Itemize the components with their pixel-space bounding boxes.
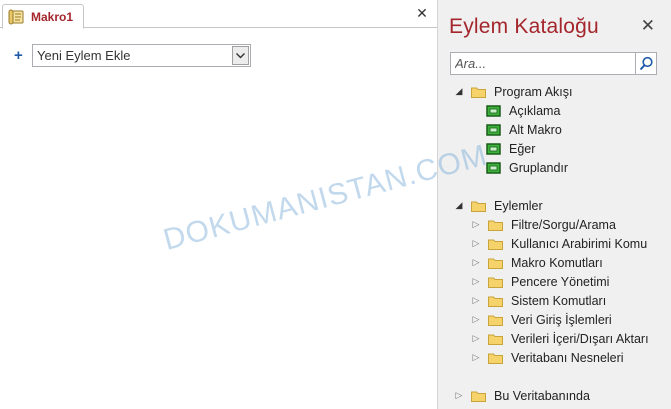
tree-folder-actions[interactable]: ▷ Pencere Yönetimi [470,272,610,291]
expanded-arrow-icon[interactable]: ◢ [453,200,465,211]
tree-folder-actions[interactable]: ▷ Veri Giriş İşlemleri [470,310,612,329]
tree-item-label: Açıklama [509,103,561,118]
macro-action-icon [486,161,501,174]
macro-editor: Makro1 ✕ + Yeni Eylem Ekle [0,0,437,409]
catalog-title: Eylem Kataloğu [449,15,599,38]
tree-folder-actions[interactable]: ▷ Verileri İçeri/Dışarı Aktarı [470,329,649,348]
tree-folder-actions[interactable]: ▷ Filtre/Sorgu/Arama [470,215,616,234]
collapsed-arrow-icon[interactable]: ▷ [470,238,482,249]
tree-group-label: Bu Veritabanında [494,388,590,403]
tree-group-in-this-database[interactable]: ▷ Bu Veritabanında [453,386,590,405]
action-catalog-pane: Eylem Kataloğu ✕ ◢ Program Akışı Açıklam… [437,0,671,409]
collapsed-arrow-icon[interactable]: ▷ [470,314,482,325]
tree-folder-actions[interactable]: ▷ Kullanıcı Arabirimi Komu [470,234,648,253]
folder-icon [488,315,503,326]
collapsed-arrow-icon[interactable]: ▷ [470,219,482,230]
tree-item-program-flow[interactable]: Alt Makro [486,120,562,139]
folder-icon [471,201,486,212]
folder-icon [488,258,503,269]
tree-group-actions[interactable]: ◢ Eylemler [453,196,543,215]
add-action-row: + Yeni Eylem Ekle [14,44,251,67]
tree-item-program-flow[interactable]: Eğer [486,139,535,158]
search-icon[interactable] [635,53,656,74]
folder-icon [488,220,503,231]
tree-folder-actions[interactable]: ▷ Sistem Komutları [470,291,607,310]
tab-label: Makro1 [31,9,74,24]
collapsed-arrow-icon[interactable]: ▷ [453,390,465,401]
new-action-select[interactable]: Yeni Eylem Ekle [32,44,251,67]
tree-item-label: Gruplandır [509,160,569,175]
macro-action-icon [486,104,501,117]
tree-folder-actions[interactable]: ▷ Makro Komutları [470,253,603,272]
tree-folder-label: Veritabanı Nesneleri [511,350,624,365]
folder-icon [471,391,486,402]
collapsed-arrow-icon[interactable]: ▷ [470,295,482,306]
new-action-select-value: Yeni Eylem Ekle [37,48,131,63]
collapsed-arrow-icon[interactable]: ▷ [470,276,482,287]
tree-folder-label: Sistem Komutları [511,293,607,308]
tree-group-label: Program Akışı [494,84,573,99]
tree-folder-label: Pencere Yönetimi [511,274,610,289]
collapsed-arrow-icon[interactable]: ▷ [470,352,482,363]
folder-icon [488,353,503,364]
tree-folder-label: Verileri İçeri/Dışarı Aktarı [511,331,649,346]
document-tab-strip: Makro1 ✕ [0,0,437,29]
folder-icon [488,296,503,307]
collapsed-arrow-icon[interactable]: ▷ [470,257,482,268]
folder-icon [471,87,486,98]
close-icon[interactable]: ✕ [415,6,429,20]
folder-icon [488,334,503,345]
catalog-search [450,52,657,75]
tree-group-program-flow[interactable]: ◢ Program Akışı [453,82,573,101]
tree-folder-label: Kullanıcı Arabirimi Komu [511,236,648,251]
tree-item-program-flow[interactable]: Gruplandır [486,158,568,177]
tree-item-label: Eğer [509,141,536,156]
tree-folder-label: Filtre/Sorgu/Arama [511,217,616,232]
macro-scroll-icon [8,9,24,24]
tree-item-label: Alt Makro [509,122,562,137]
expanded-arrow-icon[interactable]: ◢ [453,86,465,97]
close-icon[interactable]: ✕ [641,17,655,34]
macro-action-icon [486,142,501,155]
macro-action-icon [486,123,501,136]
folder-icon [488,239,503,250]
chevron-down-icon[interactable] [232,46,249,65]
tree-folder-label: Veri Giriş İşlemleri [511,312,612,327]
tree-item-program-flow[interactable]: Açıklama [486,101,560,120]
tree-group-label: Eylemler [494,198,543,213]
tab-makro1[interactable]: Makro1 [2,4,84,29]
tree-folder-label: Makro Komutları [511,255,603,270]
collapsed-arrow-icon[interactable]: ▷ [470,333,482,344]
tree-folder-actions[interactable]: ▷ Veritabanı Nesneleri [470,348,624,367]
search-input[interactable] [451,56,635,71]
folder-icon [488,277,503,288]
plus-icon[interactable]: + [14,48,26,63]
